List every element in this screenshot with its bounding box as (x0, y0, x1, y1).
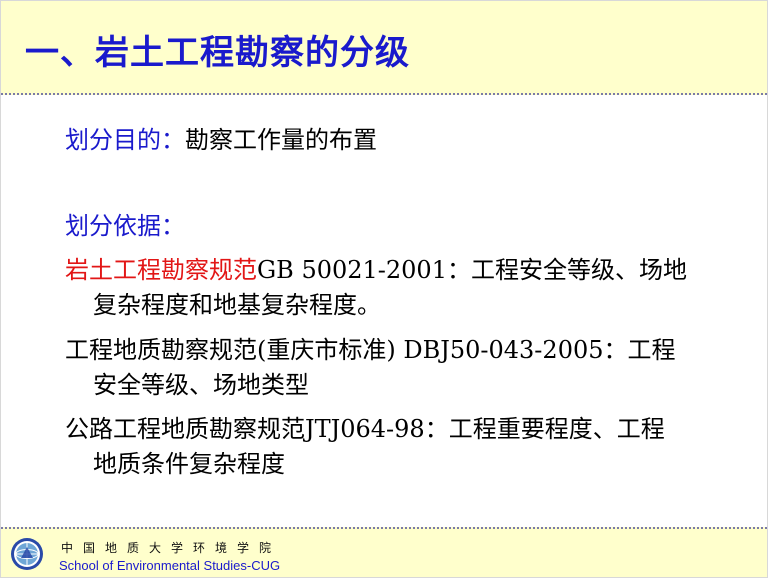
purpose-text: 勘察工作量的布置 (185, 126, 377, 154)
slide-title: 一、岩土工程勘察的分级 (25, 33, 410, 73)
basis-label: 划分依据： (65, 212, 185, 240)
standard-3-line-2: 地质条件复杂程度 (93, 450, 285, 478)
purpose-label: 划分目的： (65, 126, 185, 154)
purpose-line: 划分目的：勘察工作量的布置 (65, 120, 377, 155)
university-logo-icon (11, 538, 43, 570)
standard-1-text: GB 50021-2001：工程安全等级、场地 (257, 256, 687, 284)
standard-1-line-1: 岩土工程勘察规范GB 50021-2001：工程安全等级、场地 (65, 250, 687, 285)
title-band: 一、岩土工程勘察的分级 (1, 1, 767, 95)
footer-school-cn: 中国地质大学环境学院 (61, 541, 282, 555)
standard-1-line-2: 复杂程度和地基复杂程度。 (93, 291, 381, 319)
standard-1-name: 岩土工程勘察规范 (65, 256, 257, 284)
basis-line: 划分依据： (65, 206, 185, 241)
standard-2-line-1: 工程地质勘察规范(重庆市标准) DBJ50-043-2005：工程 (65, 336, 676, 364)
footer: 中国地质大学环境学院 School of Environmental Studi… (1, 527, 767, 577)
standard-3-line-1: 公路工程地质勘察规范JTJ064-98：工程重要程度、工程 (65, 415, 665, 443)
slide: 一、岩土工程勘察的分级 划分目的：勘察工作量的布置 划分依据： 岩土工程勘察规范… (0, 0, 768, 578)
footer-school-en: School of Environmental Studies-CUG (59, 558, 281, 573)
standard-2-line-2: 安全等级、场地类型 (93, 371, 309, 399)
